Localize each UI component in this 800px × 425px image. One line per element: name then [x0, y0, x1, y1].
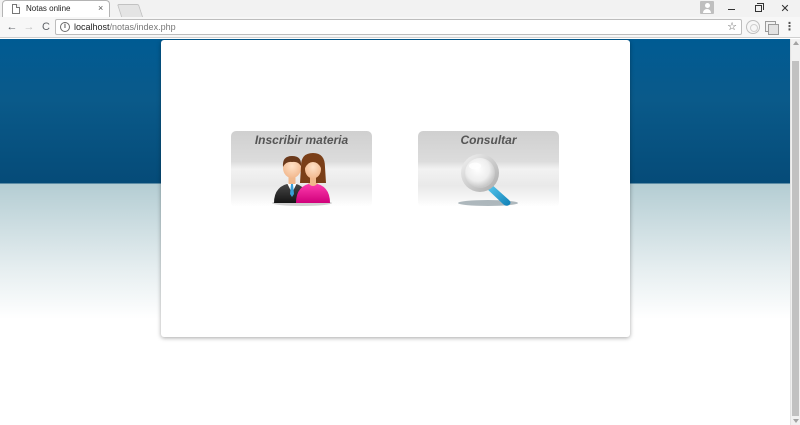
magnifier-icon	[457, 154, 518, 206]
back-button[interactable]: ←	[5, 20, 19, 34]
url-host: localhost	[74, 22, 110, 32]
info-icon[interactable]: i	[60, 22, 70, 32]
main-panel: Inscribir materia Consultar	[161, 40, 630, 337]
menu-icon[interactable]: ⋮	[784, 20, 795, 34]
document-icon	[12, 4, 20, 14]
restore-button[interactable]	[745, 0, 771, 17]
forward-button[interactable]: →	[22, 20, 36, 34]
user-profile-icon[interactable]	[700, 1, 714, 14]
tab-strip: Notas online × ✕	[0, 0, 800, 17]
close-window-button[interactable]: ✕	[772, 0, 798, 17]
reload-button[interactable]: C	[39, 20, 53, 34]
browser-tab[interactable]: Notas online ×	[2, 0, 110, 17]
cast-icon[interactable]	[764, 20, 779, 35]
tab-title: Notas online	[26, 4, 71, 13]
scroll-down-icon[interactable]	[793, 419, 799, 423]
extension-icon[interactable]	[746, 20, 760, 34]
star-icon[interactable]: ☆	[727, 21, 737, 33]
scroll-up-icon[interactable]	[793, 41, 799, 45]
new-tab-button[interactable]	[116, 4, 144, 17]
url-text[interactable]: localhost/notas/index.php	[74, 22, 176, 32]
vertical-scrollbar[interactable]	[790, 39, 800, 425]
restore-icon	[754, 3, 764, 12]
inscribir-materia-button[interactable]: Inscribir materia	[231, 131, 372, 207]
inscribir-materia-label: Inscribir materia	[254, 133, 349, 147]
scroll-thumb[interactable]	[792, 61, 799, 416]
consultar-button[interactable]: Consultar	[418, 131, 559, 207]
tab-close-icon[interactable]: ×	[98, 3, 103, 14]
browser-toolbar: ← → C i localhost/notas/index.php ☆ ⋮	[0, 17, 800, 38]
users-icon	[271, 153, 332, 206]
url-path: /notas/index.php	[109, 22, 176, 32]
minimize-icon	[727, 9, 735, 10]
address-bar[interactable]: i localhost/notas/index.php ☆	[55, 19, 742, 35]
page-viewport: Inscribir materia Consultar	[0, 39, 790, 425]
minimize-button[interactable]	[718, 0, 744, 17]
consultar-label: Consultar	[460, 133, 517, 147]
